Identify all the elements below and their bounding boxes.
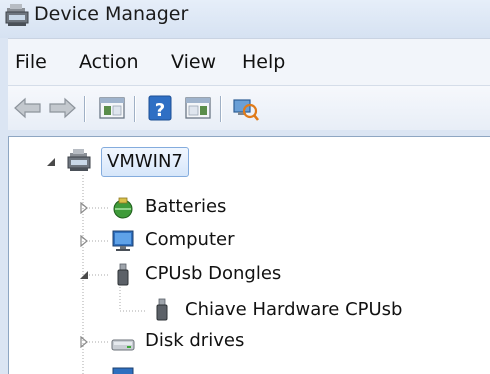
usb-dongle-icon [156, 298, 168, 321]
show-hide-console-tree-icon[interactable] [96, 92, 128, 124]
device-tree: VMWIN7 Batteries Computer CPUsb Dongles … [8, 136, 490, 374]
tree-item-disk-drives[interactable]: Disk drives [145, 330, 244, 351]
collapse-triangle-icon[interactable] [78, 269, 90, 281]
expand-triangle-icon[interactable] [78, 336, 90, 348]
collapse-triangle-icon[interactable] [45, 156, 57, 168]
svg-text:?: ? [155, 100, 165, 121]
tree-item-computer[interactable]: Computer [145, 229, 234, 250]
toolbar: ? [8, 85, 490, 130]
toolbar-separator [134, 96, 136, 122]
device-manager-app-icon [5, 4, 29, 26]
tree-item-chiave-hardware-cpusb[interactable]: Chiave Hardware CPUsb [185, 299, 403, 320]
menu-action[interactable]: Action [79, 51, 139, 73]
menu-help[interactable]: Help [242, 51, 285, 73]
title-bar[interactable]: Device Manager [0, 0, 490, 38]
menu-file[interactable]: File [15, 51, 47, 73]
window-title: Device Manager [34, 3, 189, 25]
back-arrow-icon[interactable] [12, 92, 44, 124]
help-icon[interactable]: ? [144, 92, 176, 124]
monitor-icon [112, 230, 134, 251]
forward-arrow-icon[interactable] [46, 92, 78, 124]
next-item-icon-partial [112, 367, 134, 374]
tree-item-batteries[interactable]: Batteries [145, 196, 226, 217]
scan-hardware-changes-icon[interactable] [230, 92, 262, 124]
tree-item-cpusb-dongles[interactable]: CPUsb Dongles [145, 263, 281, 284]
expand-triangle-icon[interactable] [78, 202, 90, 214]
menu-view[interactable]: View [171, 51, 216, 73]
expand-triangle-icon[interactable] [78, 235, 90, 247]
show-hide-action-pane-icon[interactable] [182, 92, 214, 124]
toolbar-separator [84, 96, 86, 122]
tree-root-vmwin7[interactable]: VMWIN7 [101, 147, 189, 177]
battery-icon [113, 197, 133, 219]
computer-icon [67, 149, 91, 171]
menu-bar: File Action View Help [8, 38, 490, 85]
device-manager-window: Device Manager File Action View Help ? V… [0, 0, 490, 374]
disk-drive-icon [111, 339, 135, 351]
usb-dongle-icon [117, 263, 129, 286]
toolbar-separator [220, 96, 222, 122]
